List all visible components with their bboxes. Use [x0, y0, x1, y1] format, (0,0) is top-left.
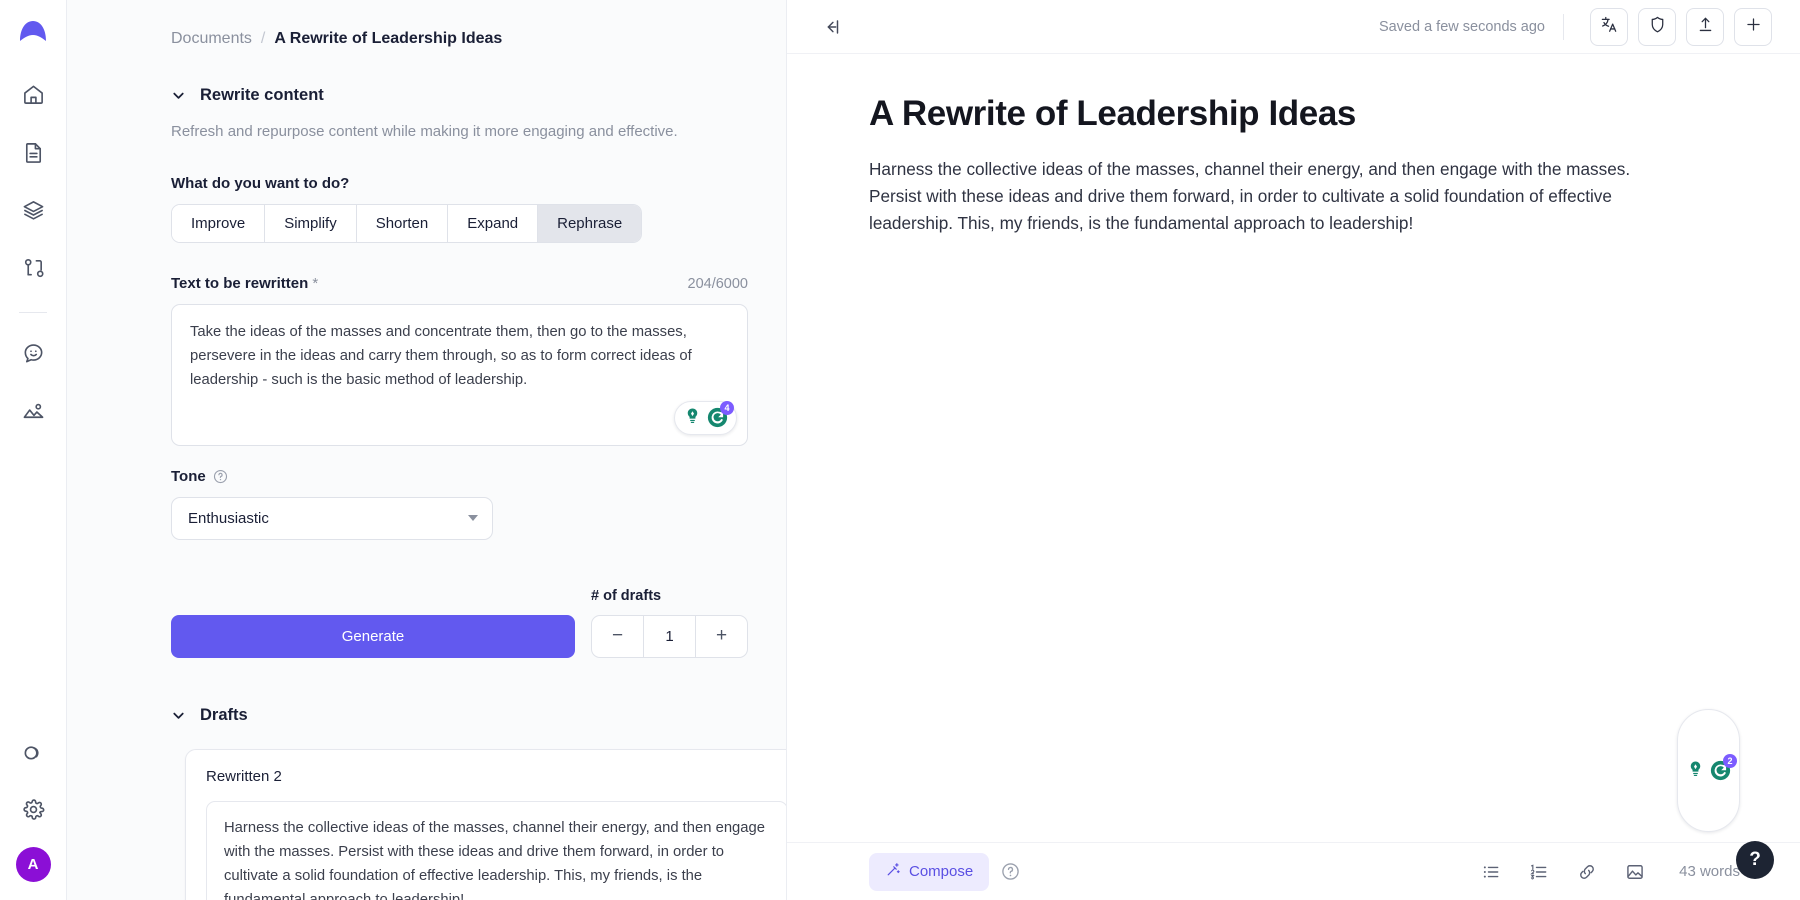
section-description: Refresh and repurpose content while maki… — [171, 121, 748, 143]
sidebar-item-settings[interactable] — [13, 789, 53, 829]
grammarly-icon: 2 — [1710, 760, 1731, 781]
breadcrumb-root[interactable]: Documents — [171, 30, 252, 48]
toolbar-divider — [1563, 14, 1564, 40]
word-count: 43 words — [1679, 863, 1740, 880]
action-option-simplify[interactable]: Simplify — [265, 205, 357, 242]
drafts-stepper-label: # of drafts — [591, 588, 748, 604]
assistant-badge-count: 4 — [720, 401, 734, 415]
action-segmented-control: Improve Simplify Shorten Expand Rephrase — [171, 204, 642, 243]
compose-label: Compose — [909, 863, 973, 880]
chevron-down-icon — [171, 708, 186, 723]
generate-row: Generate # of drafts − 1 + — [171, 588, 748, 658]
section-title: Rewrite content — [200, 86, 324, 105]
sidebar-item-workflows[interactable] — [13, 248, 53, 288]
tone-label: Tone — [171, 468, 206, 485]
translate-icon — [1600, 15, 1619, 39]
left-icon-rail: A — [0, 0, 67, 900]
sidebar-item-integrations[interactable] — [13, 731, 53, 771]
action-option-expand[interactable]: Expand — [448, 205, 538, 242]
required-marker: * — [312, 275, 318, 292]
rings-icon — [22, 740, 45, 763]
drafts-value[interactable]: 1 — [643, 616, 696, 657]
tone-select[interactable]: Enthusiastic — [171, 497, 493, 540]
action-option-shorten[interactable]: Shorten — [357, 205, 449, 242]
action-label: What do you want to do? — [171, 175, 748, 192]
layers-icon — [22, 199, 45, 222]
drafts-increment-button[interactable]: + — [696, 616, 747, 657]
generate-button[interactable]: Generate — [171, 615, 575, 658]
drafts-section-header[interactable]: Drafts — [171, 706, 748, 725]
avatar[interactable]: A — [16, 847, 51, 882]
document-title[interactable]: A Rewrite of Leadership Ideas — [869, 94, 1740, 134]
lightbulb-icon — [1686, 759, 1705, 783]
brand-logo[interactable] — [14, 14, 52, 52]
action-option-rephrase[interactable]: Rephrase — [538, 205, 641, 242]
tool-panel: Documents / A Rewrite of Leadership Idea… — [67, 0, 787, 900]
tone-select-value: Enthusiastic — [188, 510, 269, 527]
link-icon[interactable] — [1577, 862, 1597, 882]
drafts-decrement-button[interactable]: − — [592, 616, 643, 657]
numbered-list-icon[interactable] — [1529, 862, 1549, 882]
sidebar-item-images[interactable] — [13, 391, 53, 431]
character-counter: 204/6000 — [688, 276, 748, 292]
draft-body: Harness the collective ideas of the mass… — [206, 801, 787, 900]
export-button[interactable] — [1686, 8, 1724, 46]
breadcrumb-separator: / — [261, 30, 265, 48]
drafts-stepper: − 1 + — [591, 615, 748, 658]
question-circle-icon[interactable] — [213, 469, 228, 484]
assistant-badge-count: 2 — [1723, 754, 1737, 768]
translate-button[interactable] — [1590, 8, 1628, 46]
document-icon — [22, 141, 45, 164]
source-label-row: Text to be rewritten * 204/6000 — [171, 275, 748, 304]
upload-icon — [1696, 15, 1715, 39]
drafts-stepper-group: # of drafts − 1 + — [591, 588, 748, 658]
editor-bottom-bar: Compose — [787, 842, 1800, 900]
source-textarea[interactable]: Take the ideas of the masses and concent… — [171, 304, 748, 446]
editor-toolbar: Saved a few seconds ago — [787, 0, 1800, 54]
source-textarea-value: Take the ideas of the masses and concent… — [172, 305, 747, 393]
gear-icon — [22, 798, 45, 821]
rail-divider — [19, 312, 47, 313]
sidebar-item-home[interactable] — [13, 74, 53, 114]
grammarly-icon: 4 — [707, 407, 728, 428]
image-icon — [22, 400, 45, 423]
new-button[interactable] — [1734, 8, 1772, 46]
draft-card[interactable]: Rewritten 2 Harness the collective ideas… — [185, 749, 787, 900]
collapse-left-icon[interactable] — [821, 16, 843, 38]
lightbulb-icon — [683, 406, 702, 430]
sidebar-item-documents[interactable] — [13, 132, 53, 172]
chevron-down-icon — [468, 515, 478, 521]
chat-icon — [22, 342, 45, 365]
assistant-badge-panel[interactable]: 4 — [674, 401, 737, 435]
plus-icon — [1744, 15, 1763, 39]
document-editor: Saved a few seconds ago — [787, 0, 1800, 900]
saved-status: Saved a few seconds ago — [1379, 19, 1545, 35]
draft-title: Rewritten 2 — [206, 768, 787, 785]
plagiarism-button[interactable] — [1638, 8, 1676, 46]
bullet-list-icon[interactable] — [1481, 862, 1501, 882]
help-fab-button[interactable]: ? — [1736, 841, 1774, 879]
image-icon[interactable] — [1625, 862, 1645, 882]
home-icon — [22, 83, 45, 106]
source-label: Text to be rewritten * — [171, 275, 318, 292]
document-canvas[interactable]: A Rewrite of Leadership Ideas Harness th… — [787, 54, 1800, 842]
document-paragraph[interactable]: Harness the collective ideas of the mass… — [869, 156, 1679, 238]
question-circle-icon[interactable] — [1001, 862, 1020, 881]
breadcrumb: Documents / A Rewrite of Leadership Idea… — [171, 30, 748, 48]
compose-button[interactable]: Compose — [869, 853, 989, 891]
shield-icon — [1648, 15, 1667, 39]
assistant-badge-editor[interactable]: 2 — [1677, 709, 1740, 832]
tone-label-row: Tone — [171, 468, 748, 485]
sidebar-item-chat[interactable] — [13, 333, 53, 373]
rewrite-section-header[interactable]: Rewrite content — [171, 86, 748, 105]
drafts-title: Drafts — [200, 706, 248, 725]
breadcrumb-current: A Rewrite of Leadership Ideas — [274, 30, 502, 48]
chevron-down-icon — [171, 88, 186, 103]
workflow-icon — [22, 257, 45, 280]
sidebar-item-templates[interactable] — [13, 190, 53, 230]
magic-wand-icon — [885, 862, 901, 882]
app-root: A Documents / A Rewrite of Leadership Id… — [0, 0, 1800, 900]
action-option-improve[interactable]: Improve — [172, 205, 265, 242]
